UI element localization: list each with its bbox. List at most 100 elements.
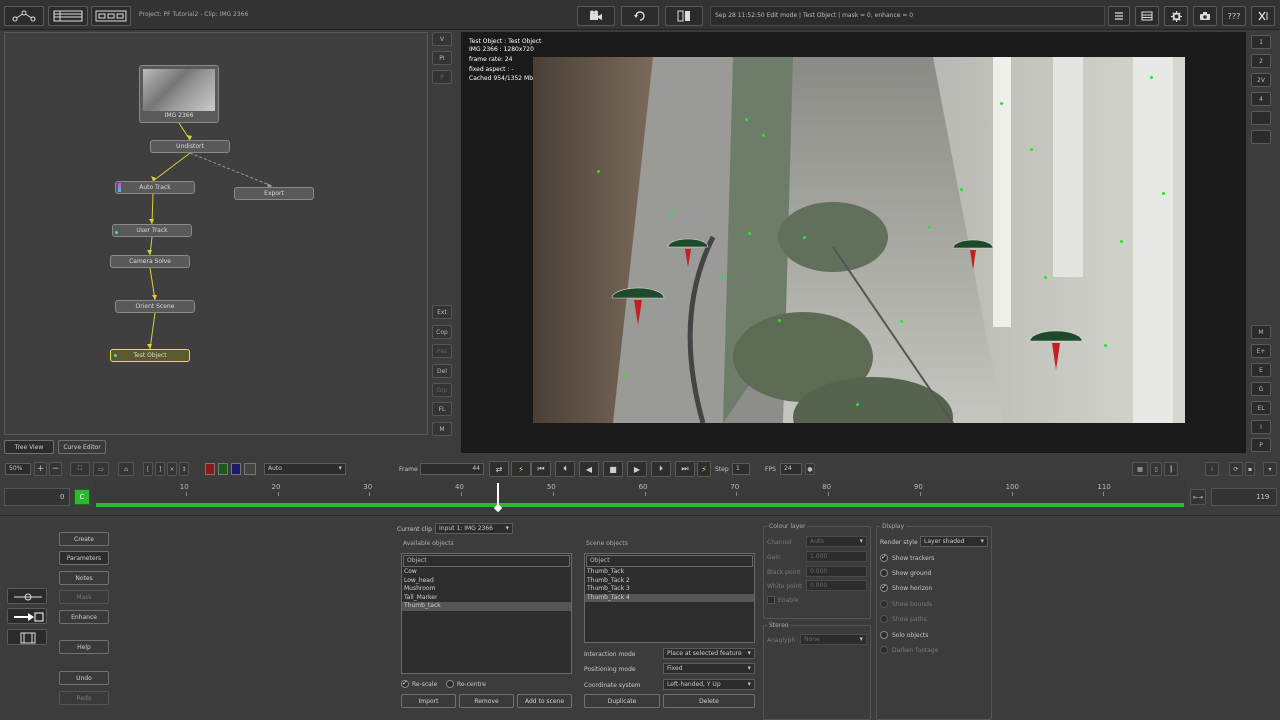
feature-point[interactable]: [803, 236, 806, 239]
recentre-checkbox[interactable]: [446, 680, 454, 688]
import-button[interactable]: Import: [401, 694, 456, 708]
colour-channel-select[interactable]: Auto: [806, 536, 867, 547]
mark-clear-button[interactable]: ×: [167, 462, 177, 476]
scene-objects-list[interactable]: Object Thumb_Tack Thumb_Tack 2 Thumb_Tac…: [584, 553, 755, 643]
mask-button[interactable]: Mask: [59, 590, 109, 604]
show-ground-checkbox[interactable]: [880, 569, 888, 577]
tracker-list-button[interactable]: ▯: [1150, 462, 1162, 476]
darken-footage-checkbox[interactable]: [880, 646, 888, 654]
remove-button[interactable]: Remove: [459, 694, 514, 708]
viewer-info-button[interactable]: I: [1251, 420, 1271, 434]
viewer-p-button[interactable]: P: [1251, 438, 1271, 452]
feature-point[interactable]: [748, 232, 751, 235]
aspect-button[interactable]: ▭: [93, 462, 109, 476]
play-button[interactable]: ▶: [627, 461, 647, 477]
tracker-dots-button[interactable]: ⁞: [1205, 462, 1219, 476]
tool-film-button[interactable]: [7, 629, 47, 645]
white-point-input[interactable]: 0.000: [806, 580, 867, 591]
step-lightning-button[interactable]: ⚡: [697, 461, 711, 477]
mark-out-button[interactable]: ]: [155, 462, 165, 476]
timeline-end-button[interactable]: ⇤⇥: [1190, 489, 1206, 505]
list-item[interactable]: Thumb_Tack 3: [585, 585, 754, 594]
viewer-side-button-6[interactable]: [1251, 130, 1271, 144]
undo-button[interactable]: Undo: [59, 671, 109, 685]
add-to-scene-button[interactable]: Add to scene: [517, 694, 572, 708]
feature-point[interactable]: [1150, 76, 1153, 79]
feature-point[interactable]: [597, 170, 600, 173]
feature-point[interactable]: [778, 319, 781, 322]
tracker-grid-button[interactable]: ▦: [1132, 462, 1148, 476]
viewer-layout-2v[interactable]: 2V: [1251, 73, 1271, 87]
current-clip-select[interactable]: Input 1: IMG 2366: [435, 523, 513, 534]
refresh-button[interactable]: ⟳: [1229, 462, 1243, 476]
gain-input[interactable]: 1.000: [806, 551, 867, 562]
list-item[interactable]: Thumb_Tack: [585, 568, 754, 577]
list-item[interactable]: Thumb_Tack 2: [585, 577, 754, 586]
blue-channel-swatch[interactable]: [231, 463, 241, 475]
rescale-checkbox[interactable]: [401, 679, 409, 688]
positioning-mode-select[interactable]: Fixed: [663, 663, 755, 674]
feature-point[interactable]: [670, 212, 673, 215]
viewer-el-button[interactable]: EL: [1251, 401, 1271, 415]
bounce-button[interactable]: ⚡: [511, 461, 531, 477]
list-item[interactable]: Tall_Marker: [402, 594, 571, 603]
render-style-select[interactable]: Layer shaded: [920, 536, 988, 547]
feature-point[interactable]: [1044, 276, 1047, 279]
available-objects-list[interactable]: Object Cow Low_head Mushroom Tall_Marker…: [401, 553, 572, 674]
anaglyph-select[interactable]: None: [800, 634, 867, 645]
settings-small-button[interactable]: ▪: [1245, 462, 1255, 476]
channel-select[interactable]: Auto: [264, 463, 346, 475]
feature-point[interactable]: [1030, 148, 1033, 151]
zoom-out-button[interactable]: −: [49, 462, 62, 476]
collapse-button[interactable]: ▾: [1263, 462, 1277, 476]
timeline-current-marker[interactable]: C: [74, 489, 90, 505]
feature-point[interactable]: [722, 275, 725, 278]
tracker-bar-button[interactable]: ┃: [1164, 462, 1178, 476]
fps-input[interactable]: 24: [780, 463, 802, 475]
step-input[interactable]: 1: [732, 463, 750, 475]
rewind-button[interactable]: ⏮: [531, 461, 551, 477]
show-bounds-checkbox[interactable]: [880, 600, 888, 608]
stop-button[interactable]: ■: [603, 461, 623, 477]
coordinate-system-select[interactable]: Left-handed, Y Up: [663, 679, 755, 690]
alpha-channel-swatch[interactable]: [244, 463, 256, 475]
available-objects-header[interactable]: Object: [403, 555, 570, 567]
feature-point[interactable]: [960, 188, 963, 191]
loop-button[interactable]: ⇄: [489, 461, 509, 477]
viewer-layout-4[interactable]: 4: [1251, 92, 1271, 106]
frame-input[interactable]: 44: [420, 463, 484, 475]
interaction-mode-select[interactable]: Place at selected feature: [663, 648, 755, 659]
viewer-enhance-button[interactable]: E: [1251, 363, 1271, 377]
step-back-button[interactable]: ⏴: [555, 461, 575, 477]
list-item[interactable]: Thumb_Tack 4: [585, 593, 754, 602]
viewer-grid-button[interactable]: G: [1251, 382, 1271, 396]
zoom-in-button[interactable]: +: [34, 462, 47, 476]
play-backward-button[interactable]: ◀: [579, 461, 599, 477]
red-channel-swatch[interactable]: [205, 463, 215, 475]
list-item[interactable]: Low_head: [402, 577, 571, 586]
step-forward-button[interactable]: ⏵: [651, 461, 671, 477]
fit-button[interactable]: ⛶: [70, 462, 90, 476]
enhance-button[interactable]: Enhance: [59, 610, 109, 624]
viewer-mask-button[interactable]: M: [1251, 325, 1271, 339]
solo-objects-checkbox[interactable]: [880, 631, 888, 639]
green-channel-swatch[interactable]: [218, 463, 228, 475]
zoom-field[interactable]: 50%: [5, 463, 31, 475]
scene-objects-header[interactable]: Object: [586, 555, 753, 567]
fps-lock-button[interactable]: ●: [805, 463, 815, 475]
black-point-input[interactable]: 0.000: [806, 566, 867, 577]
feature-point[interactable]: [1162, 192, 1165, 195]
redo-button[interactable]: Redo: [59, 691, 109, 705]
feature-point[interactable]: [745, 118, 748, 121]
list-item[interactable]: Thumb_tack: [402, 602, 571, 611]
parameters-button[interactable]: Parameters: [59, 551, 109, 565]
enable-checkbox[interactable]: [767, 596, 775, 604]
feature-point[interactable]: [1120, 240, 1123, 243]
mark-all-button[interactable]: ↕: [179, 462, 189, 476]
create-button[interactable]: Create: [59, 532, 109, 546]
show-paths-checkbox[interactable]: [880, 615, 888, 623]
show-horizon-checkbox[interactable]: [880, 583, 888, 592]
feature-point[interactable]: [623, 374, 626, 377]
show-trackers-checkbox[interactable]: [880, 553, 888, 562]
tool-arrow-button[interactable]: [7, 608, 47, 624]
